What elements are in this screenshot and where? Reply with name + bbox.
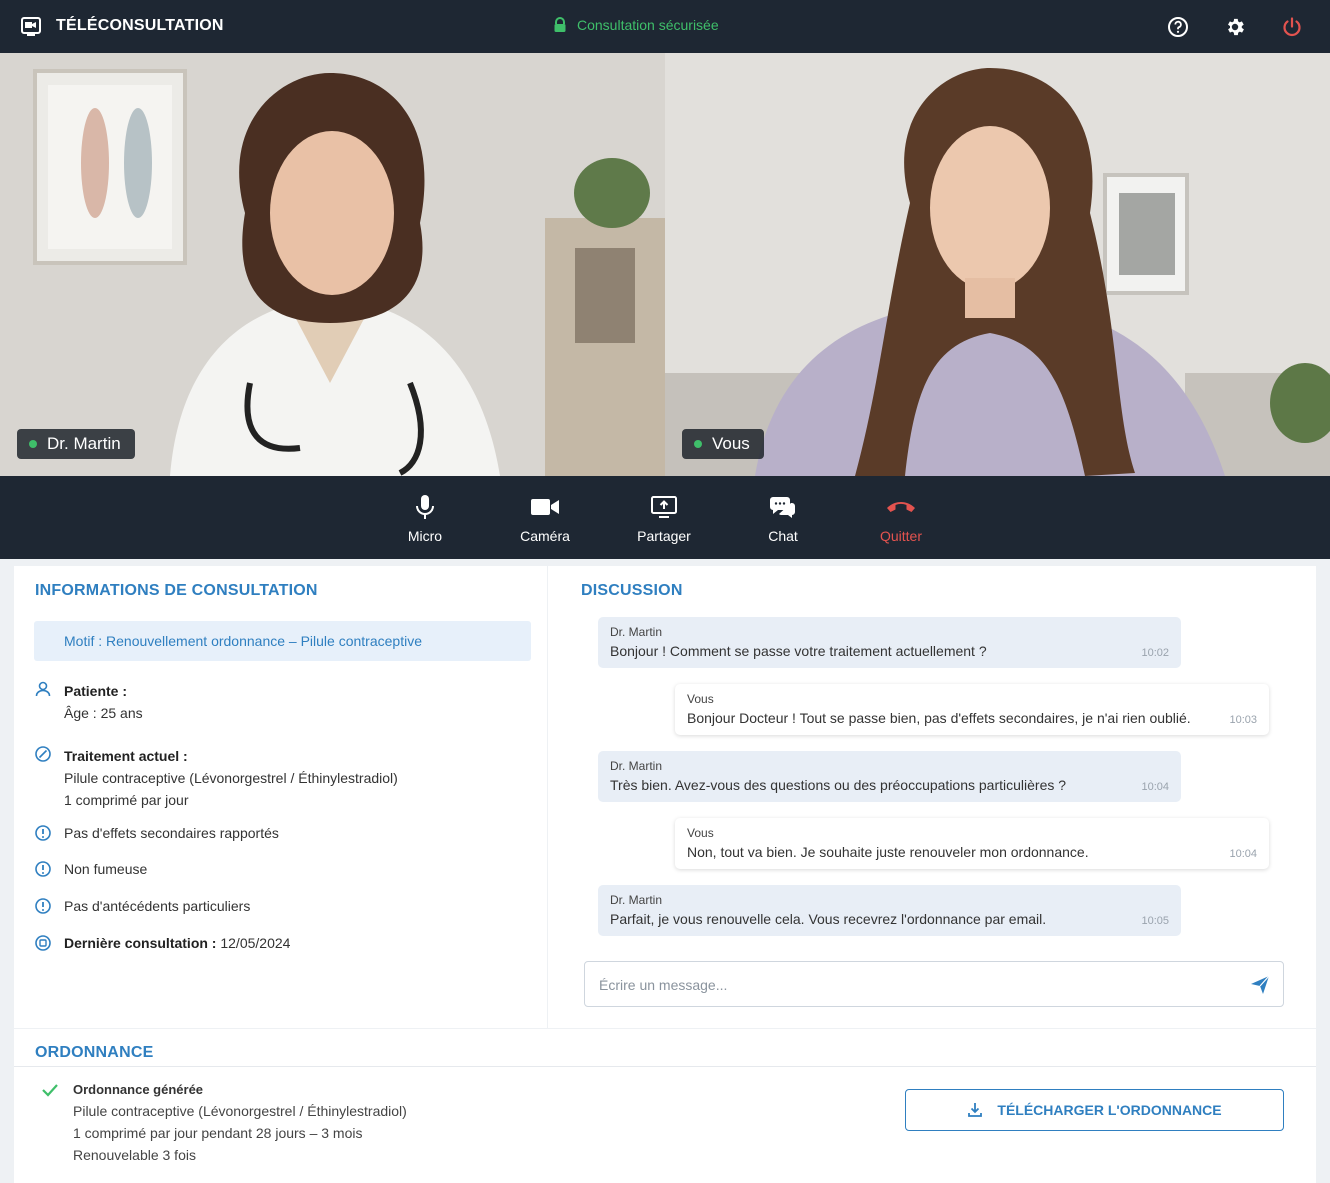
calendar-icon [35,935,51,951]
message-text: Très bien. Avez-vous des questions ou de… [610,777,1067,793]
self-video-feed [665,53,1330,476]
treatment-row: Traitement actuel : Pilule contraceptive… [34,745,398,811]
micro-label: Micro [407,528,443,544]
message-input[interactable] [599,974,1239,996]
chat-message: Dr. Martin Parfait, je vous renouvelle c… [598,885,1181,936]
side-effects-row: Pas d'effets secondaires rapportés [34,824,279,842]
message-author: Dr. Martin [610,893,663,907]
user-icon [35,681,51,697]
divider [14,1066,1316,1067]
prescription-title: ORDONNANCE [35,1044,154,1061]
settings-icon [1228,18,1244,36]
call-controls: Micro Caméra Partager Chat Quitter [0,476,1330,559]
settings-button[interactable] [1222,14,1248,40]
message-author: Vous [687,692,714,706]
message-author: Dr. Martin [610,759,663,773]
self-video-tile: Vous [665,53,1330,476]
chat-message: Dr. Martin Bonjour ! Comment se passe vo… [598,617,1181,668]
power-button[interactable] [1279,14,1305,40]
prescription-panel: ORDONNANCE Ordonnance générée Pilule con… [14,1029,1316,1183]
prescription-line2: 1 comprimé par jour pendant 28 jours – 3… [73,1125,363,1141]
message-time: 10:04 [1141,781,1169,793]
message-time: 10:03 [1229,714,1257,726]
chat-label: Chat [768,528,798,544]
last-consultation-label: Dernière consultation : [64,935,217,951]
patient-row: Patiente : Âge : 25 ans [34,680,143,724]
micro-button[interactable]: Micro [380,494,470,544]
camera-label: Caméra [520,528,570,544]
online-dot [694,440,702,448]
camera-icon [531,499,559,515]
info-icon [35,861,51,877]
message-text: Parfait, je vous renouvelle cela. Vous r… [610,911,1047,927]
power-icon [1283,17,1301,37]
download-icon [968,1103,983,1117]
discussion-panel: DISCUSSION Dr. Martin Bonjour ! Comment … [548,566,1316,1028]
doctor-video-feed [0,53,665,476]
self-name-label: Vous [712,434,750,453]
info-title: INFORMATIONS DE CONSULTATION [35,582,318,599]
side-effects-text: Pas d'effets secondaires rapportés [64,825,279,841]
info-icon [35,825,51,841]
top-bar: TÉLÉCONSULTATION Consultation sécurisée [0,0,1330,53]
camera-button[interactable]: Caméra [500,494,590,544]
message-author: Vous [687,826,714,840]
quit-button[interactable]: Quitter [856,494,946,544]
share-label: Partager [637,528,691,544]
message-time: 10:05 [1141,915,1169,927]
message-composer [584,961,1284,1007]
message-time: 10:04 [1229,848,1257,860]
message-text: Non, tout va bien. Je souhaite juste ren… [687,844,1089,860]
send-icon[interactable] [1249,974,1271,996]
treatment-line1: Pilule contraceptive (Lévonorgestrel / É… [64,770,398,786]
quit-label: Quitter [879,528,922,544]
history-row: Pas d'antécédents particuliers [34,897,250,915]
consultation-info-panel: INFORMATIONS DE CONSULTATION Motif : Ren… [14,566,547,1028]
patient-age: Âge : 25 ans [64,705,143,721]
message-author: Dr. Martin [610,625,663,639]
info-icon [35,898,51,914]
screen-share-icon [651,496,677,518]
prescription-line1: Pilule contraceptive (Lévonorgestrel / É… [73,1103,407,1119]
discussion-title: DISCUSSION [581,582,683,599]
app-video-icon [21,17,41,36]
help-icon [1168,17,1188,37]
microphone-icon [416,495,434,519]
download-label: TÉLÉCHARGER L'ORDONNANCE [997,1102,1222,1118]
treatment-label: Traitement actuel : [64,748,188,764]
secure-label: Consultation sécurisée [577,17,719,33]
prescription-line3: Renouvelable 3 fois [73,1147,196,1163]
treatment-line2: 1 comprimé par jour [64,792,189,808]
download-prescription-button[interactable]: TÉLÉCHARGER L'ORDONNANCE [905,1089,1284,1131]
patient-label: Patiente : [64,683,128,699]
message-text: Bonjour ! Comment se passe votre traitem… [610,643,987,659]
message-time: 10:02 [1141,647,1169,659]
motif-banner: Motif : Renouvellement ordonnance – Pilu… [34,621,531,661]
secure-indicator: Consultation sécurisée [552,17,719,33]
history-text: Pas d'antécédents particuliers [64,898,251,914]
chat-message: Dr. Martin Très bien. Avez-vous des ques… [598,751,1181,802]
chat-icon [770,497,795,518]
help-button[interactable] [1165,14,1191,40]
chat-message: Vous Non, tout va bien. Je souhaite just… [675,818,1269,869]
pill-icon [35,746,51,762]
chat-button[interactable]: Chat [738,494,828,544]
doctor-name-tag: Dr. Martin [17,429,135,459]
self-name-tag: Vous [682,429,764,459]
chat-message: Vous Bonjour Docteur ! Tout se passe bie… [675,684,1269,735]
prescription-status: Ordonnance générée [73,1082,204,1097]
lock-icon [554,17,566,32]
smoker-row: Non fumeuse [34,860,147,878]
doctor-name-label: Dr. Martin [47,434,121,453]
message-text: Bonjour Docteur ! Tout se passe bien, pa… [687,710,1191,726]
smoker-text: Non fumeuse [64,861,148,877]
last-consultation-row: Dernière consultation : 12/05/2024 [34,934,290,952]
last-consultation-date: 12/05/2024 [220,935,291,951]
doctor-video-tile: Dr. Martin [0,53,665,476]
online-dot [29,440,37,448]
share-button[interactable]: Partager [619,494,709,544]
check-icon [42,1084,58,1097]
app-title: TÉLÉCONSULTATION [56,17,224,34]
hang-up-icon [887,502,915,512]
